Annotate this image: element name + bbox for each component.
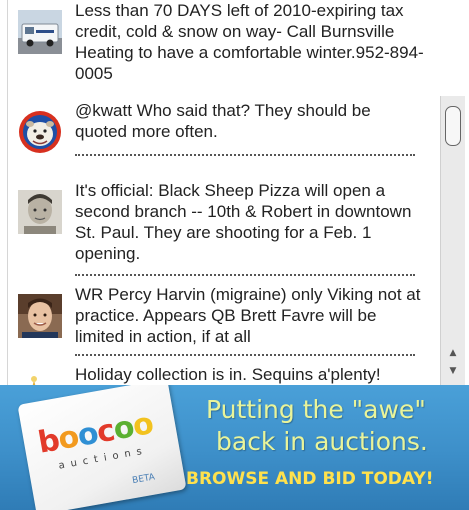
boocoo-logo: boocoo auctions BETA [17, 385, 187, 510]
ornament-icon[interactable] [18, 374, 62, 385]
tweet-separator [75, 154, 415, 156]
player-portrait-icon[interactable] [18, 294, 62, 338]
ad-headline-2: back in auctions. [216, 427, 428, 456]
feed-scrollbar[interactable]: ▲ ▼ [440, 96, 465, 385]
tweet-item[interactable]: It's official: Black Sheep Pizza will op… [8, 176, 438, 268]
boy-portrait-icon[interactable] [18, 190, 62, 234]
tweet-item[interactable]: Holiday collection is in. Sequins a'plen… [8, 362, 438, 385]
scroll-up-button[interactable]: ▲ [444, 346, 462, 360]
boocoo-ad-banner[interactable]: boocoo auctions BETA Putting the "awe" b… [0, 385, 469, 510]
scroll-down-button[interactable]: ▼ [444, 364, 462, 378]
tweet-text: Holiday collection is in. Sequins a'plen… [75, 365, 381, 384]
ad-cta[interactable]: BROWSE AND BID TODAY! [186, 469, 434, 489]
scrollbar-thumb[interactable] [445, 106, 461, 146]
van-icon[interactable] [18, 10, 62, 54]
logo-beta-tag: BETA [131, 472, 156, 487]
ad-headline-1: Putting the "awe" [206, 395, 426, 424]
tweet-text: WR Percy Harvin (migraine) only Viking n… [75, 285, 421, 346]
tweet-separator [75, 354, 415, 356]
tweet-text: @kwatt Who said that? They should be quo… [75, 101, 371, 141]
tweet-item[interactable]: WR Percy Harvin (migraine) only Viking n… [8, 284, 438, 354]
tweet-text: It's official: Black Sheep Pizza will op… [75, 181, 412, 263]
tweet-item[interactable]: Less than 70 DAYS left of 2010-expiring … [8, 0, 438, 90]
tweet-separator [75, 274, 415, 276]
tweet-text: Less than 70 DAYS left of 2010-expiring … [75, 1, 424, 83]
tweet-feed: Less than 70 DAYS left of 2010-expiring … [0, 0, 469, 385]
bulldog-icon[interactable] [18, 110, 62, 154]
tweet-item[interactable]: @kwatt Who said that? They should be quo… [8, 96, 438, 158]
